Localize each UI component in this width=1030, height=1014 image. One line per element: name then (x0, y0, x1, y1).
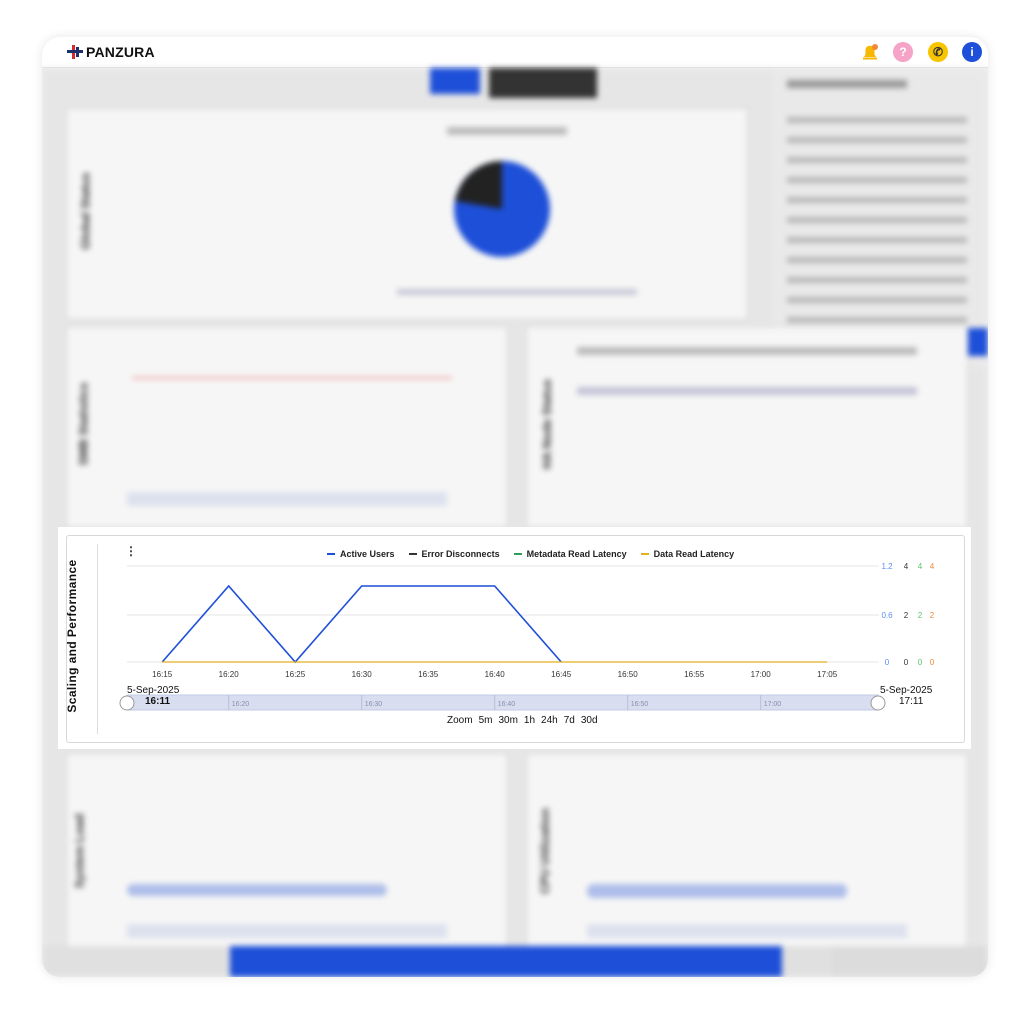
zoom-label: Zoom (447, 715, 473, 726)
navigator-tick-label: 16:40 (498, 701, 516, 708)
x-axis-tick-label: 16:55 (684, 670, 705, 679)
x-axis-tick-label: 16:45 (551, 670, 572, 679)
panzura-logo[interactable]: PANZURA (67, 44, 155, 60)
top-bar: PANZURA ? ✆ i (42, 37, 988, 68)
brand-name: PANZURA (86, 44, 155, 60)
scaling-performance-section: Scaling and Performance ⋮ Active Users E… (58, 527, 971, 749)
x-axis-tick-label: 16:20 (219, 670, 240, 679)
y-axis-tick-label: 0.6 (881, 611, 893, 620)
zoom-7d-button[interactable]: 7d (564, 715, 575, 726)
x-axis-tick-label: 16:40 (485, 670, 506, 679)
range-end-date: 5-Sep-2025 (880, 685, 933, 696)
range-end-time: 17:11 (899, 696, 924, 707)
blurred-dashboard-background: Global Status SMB Statistics HA Node Sta… (42, 68, 988, 977)
help-icon[interactable]: ? (893, 42, 913, 62)
y-axis-tick-label: 0 (930, 658, 935, 667)
scaling-performance-card: Scaling and Performance ⋮ Active Users E… (65, 535, 965, 743)
series-line-active-users (161, 584, 562, 664)
support-icon[interactable]: ✆ (928, 42, 948, 62)
app-window: PANZURA ? ✆ i Global Status SMB Statisti… (42, 37, 988, 977)
navigator-tick-label: 16:50 (631, 701, 649, 708)
zoom-controls: Zoom 5m 30m 1h 24h 7d 30d (447, 715, 598, 726)
y-axis-tick-label: 4 (918, 562, 923, 571)
zoom-30d-button[interactable]: 30d (581, 715, 598, 726)
y-axis-tick-label: 0 (904, 658, 909, 667)
navigator-tick-label: 16:30 (365, 701, 383, 708)
navigator-tick-label: 16:20 (232, 701, 250, 708)
y-axis-tick-label: 0 (918, 658, 923, 667)
panzura-logo-mark-icon (67, 45, 83, 59)
info-icon[interactable]: i (962, 42, 982, 62)
navigator-start-handle[interactable] (119, 695, 135, 711)
x-axis-tick-label: 16:30 (352, 670, 373, 679)
navigator-end-handle[interactable] (870, 695, 886, 711)
x-axis-tick-label: 16:15 (152, 670, 173, 679)
navigator-tick-label: 17:00 (764, 701, 782, 708)
range-start-time: 16:11 (145, 696, 171, 707)
y-axis-tick-label: 4 (930, 562, 935, 571)
y-axis-tick-label: 2 (930, 611, 935, 620)
zoom-30m-button[interactable]: 30m (498, 715, 517, 726)
zoom-5m-button[interactable]: 5m (479, 715, 493, 726)
y-axis-tick-label: 2 (918, 611, 923, 620)
alerts-icon[interactable] (860, 42, 880, 62)
x-axis-tick-label: 16:50 (618, 670, 639, 679)
x-axis-tick-label: 17:05 (817, 670, 838, 679)
y-axis-tick-label: 4 (904, 562, 909, 571)
scaling-performance-chart: 0 0.6 1.2 0 2 4 0 2 4 0 2 4 16:15 16:20 16:25 16:30 16:3… (119, 562, 935, 711)
zoom-1h-button[interactable]: 1h (524, 715, 535, 726)
y-axis-tick-label: 2 (904, 611, 909, 620)
y-axis-tick-label: 0 (885, 658, 890, 667)
y-axis-tick-label: 1.2 (881, 562, 893, 571)
range-start-date: 5-Sep-2025 (127, 685, 180, 696)
x-axis-tick-label: 16:25 (285, 670, 306, 679)
zoom-24h-button[interactable]: 24h (541, 715, 558, 726)
x-axis-tick-label: 17:00 (751, 670, 772, 679)
x-axis-tick-label: 16:35 (418, 670, 439, 679)
